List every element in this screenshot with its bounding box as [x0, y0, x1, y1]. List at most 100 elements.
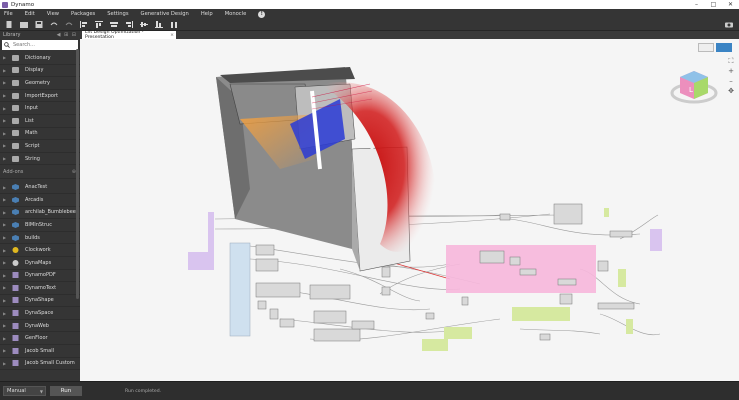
node[interactable] [255, 244, 275, 256]
node[interactable] [309, 284, 351, 300]
zoom-in-icon[interactable]: + [727, 67, 735, 75]
align-top-icon[interactable] [95, 21, 103, 28]
library-search[interactable] [2, 40, 78, 50]
new-file-icon[interactable] [5, 21, 13, 28]
search-input[interactable] [13, 42, 73, 48]
node[interactable] [553, 203, 583, 225]
package-item[interactable]: ▶ Arcadis [0, 194, 80, 207]
node[interactable] [255, 282, 301, 298]
group-green[interactable] [626, 319, 633, 334]
category-item[interactable]: ▶ String [0, 153, 80, 166]
menu-settings[interactable]: Settings [107, 11, 128, 17]
node[interactable] [609, 230, 633, 238]
group-green[interactable] [618, 269, 626, 287]
node[interactable] [255, 258, 279, 272]
node[interactable] [313, 310, 347, 324]
node[interactable] [597, 302, 635, 310]
category-item[interactable]: ▶ Math [0, 128, 80, 141]
group-lavender[interactable] [650, 229, 662, 251]
distribute-icon[interactable] [170, 21, 178, 28]
addons-section-header[interactable]: Add-ons ⊕ [0, 165, 80, 180]
category-item[interactable]: ▶ Display [0, 65, 80, 78]
align-bottom-icon[interactable] [155, 21, 163, 28]
group-blue[interactable] [229, 242, 251, 337]
minimize-icon[interactable]: – [688, 1, 705, 8]
category-item[interactable]: ▶ ImportExport [0, 90, 80, 103]
3d-view-button[interactable] [716, 43, 732, 52]
menu-file[interactable]: File [4, 11, 13, 17]
node[interactable] [539, 333, 551, 341]
group-green[interactable] [444, 327, 472, 339]
view-mode-toggle[interactable] [698, 43, 734, 52]
package-item[interactable]: ▶ archilab_Bumblebee [0, 207, 80, 220]
package-item[interactable]: ▶ DynaWeb [0, 320, 80, 333]
menu-view[interactable]: View [47, 11, 59, 17]
redo-icon[interactable] [65, 21, 73, 28]
align-center-icon[interactable] [110, 21, 118, 28]
run-button[interactable]: Run [50, 386, 82, 396]
category-item[interactable]: ▶ List [0, 115, 80, 128]
workspace-canvas[interactable]: L ⛶ + – ✥ [80, 39, 739, 381]
package-item[interactable]: ▶ DynamoPDF [0, 270, 80, 283]
category-item[interactable]: ▶ Dictionary [0, 52, 80, 65]
node[interactable] [479, 250, 505, 264]
node[interactable] [461, 296, 469, 306]
node[interactable] [557, 278, 577, 286]
node[interactable] [279, 318, 295, 328]
undo-icon[interactable] [50, 21, 58, 28]
menu-packages[interactable]: Packages [71, 11, 95, 17]
library-scrollbar[interactable] [76, 49, 79, 299]
graph-view-button[interactable] [698, 43, 714, 52]
package-item[interactable]: ▶ Clockwork [0, 244, 80, 257]
group-lavender[interactable] [208, 212, 214, 252]
node[interactable] [519, 268, 537, 276]
package-item[interactable]: ▶ BIMInStruc [0, 219, 80, 232]
maximize-icon[interactable]: □ [705, 1, 722, 8]
camera-icon[interactable] [725, 21, 733, 28]
node[interactable] [425, 312, 435, 320]
help-circle-icon[interactable]: ! [258, 10, 266, 18]
node[interactable] [597, 260, 609, 272]
package-item[interactable]: ▶ DynaMaps [0, 257, 80, 270]
menu-generative-design[interactable]: Generative Design [141, 11, 189, 17]
library-header-icons[interactable]: ◀ ⊞ ⊟ [57, 32, 77, 38]
align-right-icon[interactable] [125, 21, 133, 28]
package-item[interactable]: ▶ DynaShape [0, 295, 80, 308]
category-item[interactable]: ▶ Geometry [0, 77, 80, 90]
open-file-icon[interactable] [20, 21, 28, 28]
group-green[interactable] [422, 339, 448, 351]
align-middle-icon[interactable] [140, 21, 148, 28]
category-item[interactable]: ▶ Script [0, 140, 80, 153]
category-item[interactable]: ▶ Input [0, 102, 80, 115]
menu-monocle[interactable]: Monocle [225, 11, 247, 17]
node[interactable] [381, 266, 391, 278]
close-icon[interactable]: ✕ [722, 1, 739, 8]
package-item[interactable]: ▶ DynamoText [0, 282, 80, 295]
zoom-out-icon[interactable]: – [727, 77, 735, 85]
node[interactable] [499, 213, 511, 221]
save-icon[interactable] [35, 21, 43, 28]
view-cube[interactable]: L [670, 71, 718, 104]
node[interactable] [313, 328, 361, 342]
node[interactable] [269, 308, 279, 320]
group-green[interactable] [604, 208, 609, 217]
package-item[interactable]: ▶ GenFloor [0, 332, 80, 346]
node[interactable] [381, 286, 391, 296]
zoom-fit-icon[interactable]: ⛶ [727, 57, 735, 65]
node[interactable] [351, 320, 375, 330]
node[interactable] [559, 293, 573, 305]
node[interactable] [509, 256, 521, 266]
package-item[interactable]: ▶ DynaSpace [0, 307, 80, 320]
package-item[interactable]: ▶ AnacTest [0, 181, 80, 194]
group-lavender[interactable] [188, 252, 214, 270]
align-left-icon[interactable] [80, 21, 88, 28]
tab-workspace[interactable]: Lift Design Optimization - Presentation … [82, 30, 176, 40]
close-icon[interactable]: × [170, 33, 174, 38]
pan-icon[interactable]: ✥ [727, 87, 735, 95]
package-item[interactable]: ▶ Jacob Small [0, 345, 80, 358]
node[interactable] [257, 300, 267, 310]
run-mode-select[interactable]: Manual ▼ [3, 386, 46, 396]
menu-help[interactable]: Help [201, 11, 213, 17]
menu-edit[interactable]: Edit [25, 11, 35, 17]
package-item[interactable]: ▶ builds [0, 232, 80, 245]
